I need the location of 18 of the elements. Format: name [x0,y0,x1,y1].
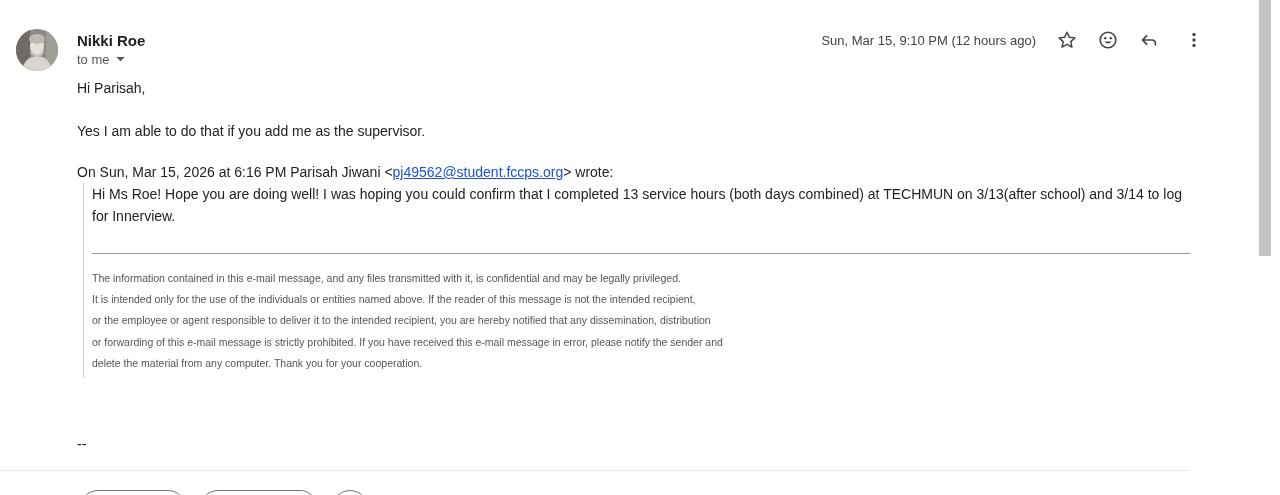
disclaimer-text: It is intended only for the use of the individuals or entities named above. If the reader of this message is not the intended recipient, [92,292,697,308]
disclaimer-text: or forwarding of this e-mail message is strictly prohibited. If you have received this e-mail message in error, please notify the sender and [92,334,724,350]
email-link[interactable]: pj49562@student.fccps.org [392,164,564,180]
quote-attribution: > wrote: [563,164,614,180]
message-text: Yes I am able to do that if you add me as the supervisor. [77,122,427,140]
emoji-icon[interactable] [1097,29,1119,51]
sender-name: Nikki Roe [77,31,146,49]
disclaimer-text: The information contained in this e-mail message, and any files transmitted with it, is confidential and may be legally privileged. [92,271,682,286]
dropdown-icon[interactable] [115,57,125,62]
star-icon[interactable] [1056,29,1078,51]
disclaimer-text: delete the material from any computer. Thank you for your cooperation. [92,355,424,371]
recipient-label: to me [77,52,110,67]
quoted-text: Hi Ms Roe! Hope you are doing well! I was hoping you could confirm that I completed 13 service hours (both days combined) at TECHMUN on 3/13(after school) and 3/14 to log for Innerview. [92,185,1183,226]
message-text: Hi Parisah, [77,79,147,97]
disclaimer-text: or the employee or agent responsible to deliver it to the intended recipient, you are hereby notified that any dissemination, distribution [92,313,712,329]
message-date: Sun, Mar 15, 9:10 PM (12 hours ago) [821,32,1036,48]
quote-attribution: On Sun, Mar 15, 2026 at 6:16 PM Parisah Jiwani < [77,164,393,180]
signature-text: -- [77,435,88,453]
